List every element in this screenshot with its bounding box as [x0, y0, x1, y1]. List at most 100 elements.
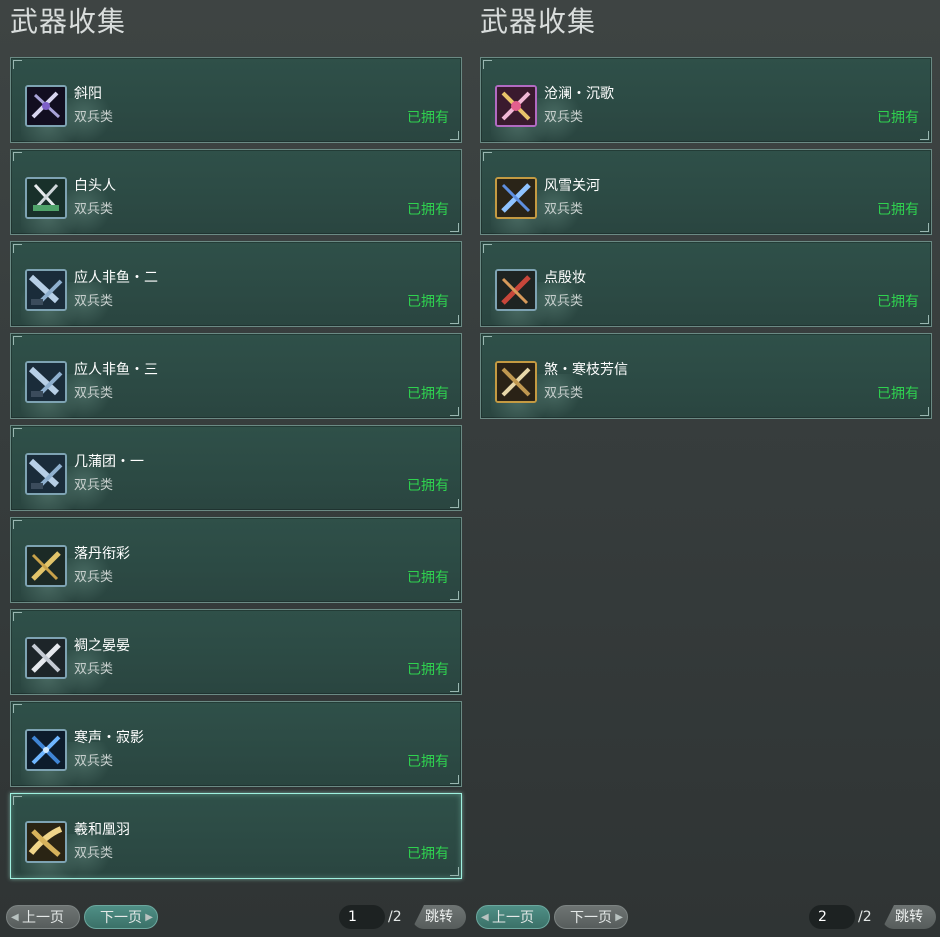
owned-status: 已拥有 — [877, 202, 919, 218]
weapon-type: 双兵类 — [544, 110, 584, 125]
weapon-name: 落丹衔彩 — [74, 546, 130, 562]
weapon-icon — [25, 453, 67, 495]
weapon-name: 斜阳 — [74, 86, 102, 102]
weapon-icon — [495, 85, 537, 127]
pagination-bar: ◀ 上一页 下一页 ▶ 1 /2 跳转 — [6, 905, 466, 929]
prev-page-label: 上一页 — [22, 910, 64, 926]
weapon-name: 煞・寒枝芳信 — [544, 362, 628, 378]
weapon-card[interactable]: 裯之晏晏 双兵类 已拥有 — [10, 609, 462, 695]
owned-status: 已拥有 — [407, 846, 449, 862]
weapon-card[interactable]: 风雪关河 双兵类 已拥有 — [480, 149, 932, 235]
prev-page-button[interactable]: ◀ 上一页 — [476, 905, 550, 929]
owned-status: 已拥有 — [407, 202, 449, 218]
weapon-card[interactable]: 斜阳 双兵类 已拥有 — [10, 57, 462, 143]
owned-status: 已拥有 — [407, 110, 449, 126]
owned-status: 已拥有 — [877, 294, 919, 310]
chevron-left-icon: ◀ — [481, 912, 489, 923]
weapon-type: 双兵类 — [544, 294, 584, 309]
weapon-name: 寒声・寂影 — [74, 730, 144, 746]
steel-blue-twin-blades-icon — [27, 363, 65, 401]
owned-status: 已拥有 — [407, 386, 449, 402]
purple-silver-twin-blades-icon — [27, 87, 65, 125]
weapon-card[interactable]: 煞・寒枝芳信 双兵类 已拥有 — [480, 333, 932, 419]
chevron-left-icon: ◀ — [11, 912, 19, 923]
prev-page-button[interactable]: ◀ 上一页 — [6, 905, 80, 929]
next-page-label: 下一页 — [570, 910, 612, 926]
owned-status: 已拥有 — [407, 570, 449, 586]
steel-blue-twin-blades-icon — [27, 271, 65, 309]
next-page-button[interactable]: 下一页 ▶ — [554, 905, 628, 929]
blue-crystal-twin-blades-icon — [497, 179, 535, 217]
crimson-twin-blades-icon — [497, 271, 535, 309]
pagination-bar: ◀ 上一页 下一页 ▶ 2 /2 跳转 — [476, 905, 936, 929]
weapon-type: 双兵类 — [544, 386, 584, 401]
owned-status: 已拥有 — [407, 478, 449, 494]
page-total: /2 — [388, 909, 402, 925]
weapon-name: 应人非鱼・三 — [74, 362, 158, 378]
owned-status: 已拥有 — [407, 662, 449, 678]
weapon-card[interactable]: 点殷妆 双兵类 已拥有 — [480, 241, 932, 327]
next-page-button[interactable]: 下一页 ▶ — [84, 905, 158, 929]
chevron-right-icon: ▶ — [615, 912, 623, 923]
page-number-input[interactable]: 2 — [809, 905, 855, 929]
owned-status: 已拥有 — [407, 294, 449, 310]
chevron-right-icon: ▶ — [145, 912, 153, 923]
weapon-type: 双兵类 — [74, 294, 114, 309]
weapon-icon — [495, 361, 537, 403]
weapon-card[interactable]: 沧澜・沉歌 双兵类 已拥有 — [480, 57, 932, 143]
weapon-icon — [495, 177, 537, 219]
weapon-type: 双兵类 — [74, 570, 114, 585]
bronze-twin-blades-icon — [497, 363, 535, 401]
owned-status: 已拥有 — [407, 754, 449, 770]
weapon-name: 点殷妆 — [544, 270, 586, 286]
weapon-type: 双兵类 — [74, 478, 114, 493]
pink-gold-twin-blades-icon — [497, 87, 535, 125]
weapon-card-selected[interactable]: 羲和凰羽 双兵类 已拥有 — [10, 793, 462, 879]
silver-twin-blades-icon — [27, 639, 65, 677]
weapon-card[interactable]: 寒声・寂影 双兵类 已拥有 — [10, 701, 462, 787]
weapon-name: 风雪关河 — [544, 178, 600, 194]
steel-blue-twin-blades-icon — [27, 455, 65, 493]
golden-feather-blades-icon — [27, 823, 65, 861]
weapon-card[interactable]: 几蒲团・一 双兵类 已拥有 — [10, 425, 462, 511]
weapon-card[interactable]: 应人非鱼・二 双兵类 已拥有 — [10, 241, 462, 327]
ice-blue-twin-blades-icon — [27, 731, 65, 769]
weapon-icon — [25, 637, 67, 679]
weapon-icon — [25, 177, 67, 219]
weapon-name: 应人非鱼・二 — [74, 270, 158, 286]
green-silver-twin-blades-icon — [27, 179, 65, 217]
weapon-name: 羲和凰羽 — [74, 822, 130, 838]
weapon-type: 双兵类 — [74, 662, 114, 677]
golden-twin-blades-icon — [27, 547, 65, 585]
weapon-card[interactable]: 落丹衔彩 双兵类 已拥有 — [10, 517, 462, 603]
weapon-icon — [25, 821, 67, 863]
weapon-type: 双兵类 — [74, 846, 114, 861]
weapon-type: 双兵类 — [74, 202, 114, 217]
weapon-type: 双兵类 — [74, 754, 114, 769]
weapon-card[interactable]: 白头人 双兵类 已拥有 — [10, 149, 462, 235]
owned-status: 已拥有 — [877, 386, 919, 402]
weapon-icon — [25, 269, 67, 311]
page-total: /2 — [858, 909, 872, 925]
panel-title: 武器收集 — [480, 5, 597, 38]
weapon-name: 沧澜・沉歌 — [544, 86, 614, 102]
weapon-card[interactable]: 应人非鱼・三 双兵类 已拥有 — [10, 333, 462, 419]
weapon-icon — [25, 545, 67, 587]
weapon-type: 双兵类 — [544, 202, 584, 217]
weapon-icon — [25, 361, 67, 403]
weapon-name: 几蒲团・一 — [74, 454, 144, 470]
weapon-type: 双兵类 — [74, 386, 114, 401]
weapon-type: 双兵类 — [74, 110, 114, 125]
weapon-name: 裯之晏晏 — [74, 638, 130, 654]
weapon-icon — [25, 85, 67, 127]
weapon-name: 白头人 — [74, 178, 116, 194]
jump-button[interactable]: 跳转 — [412, 905, 466, 929]
next-page-label: 下一页 — [100, 910, 142, 926]
jump-button[interactable]: 跳转 — [882, 905, 936, 929]
prev-page-label: 上一页 — [492, 910, 534, 926]
weapon-collection-panel-page-1: 武器收集 斜阳 双兵类 已拥有 白头人 双兵类 已拥有 应人非鱼・二 双兵类 已… — [10, 0, 464, 937]
weapon-icon — [25, 729, 67, 771]
page-number-input[interactable]: 1 — [339, 905, 385, 929]
weapon-collection-panel-page-2: 武器收集 沧澜・沉歌 双兵类 已拥有 风雪关河 双兵类 已拥有 点殷妆 双兵类 … — [480, 0, 934, 937]
panel-title: 武器收集 — [10, 5, 127, 38]
